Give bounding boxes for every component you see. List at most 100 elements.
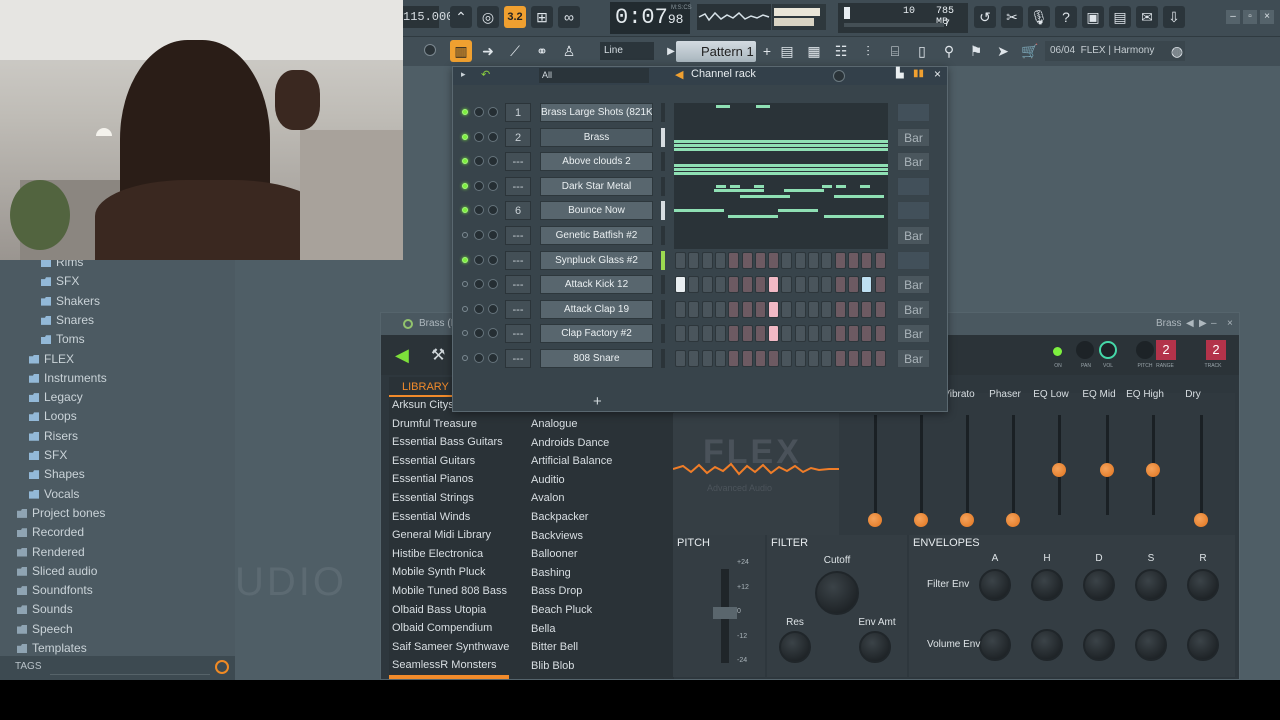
channel-rack-header[interactable]: ▸ ↶ All ◀ Channel rack ▙ ▮▮ × [453,67,947,85]
channel-volume-knob[interactable] [488,254,498,265]
help-icon[interactable]: ? [1055,6,1077,28]
fader-track[interactable] [966,415,969,515]
pan-knob[interactable] [1076,341,1094,359]
channel-mute-led[interactable] [462,109,468,115]
channel-volume-knob[interactable] [488,131,498,142]
channel-name-button[interactable]: 808 Snare [540,349,653,368]
channel-name-button[interactable]: Dark Star Metal [540,176,653,196]
channel-pan-knob[interactable] [474,328,484,339]
library-tab[interactable]: LIBRARY [389,377,459,397]
channel-name-button[interactable]: Synpluck Glass #2 [540,250,653,270]
envelope-knob[interactable] [1031,629,1063,661]
channel-pan-knob[interactable] [474,279,484,290]
library-preset-item[interactable]: Androids Dance [531,437,609,449]
tempo-tap-icon[interactable]: ⚑ [965,40,987,62]
step-button[interactable] [701,276,713,294]
channel-select-bar[interactable] [661,201,665,221]
add-pattern-icon[interactable]: + [756,40,778,62]
channel-volume-knob[interactable] [488,279,498,290]
cutoff-knob[interactable] [815,571,859,615]
step-button[interactable] [794,251,806,269]
channel-name-button[interactable]: Genetic Batfish #2 [540,226,653,245]
step-button[interactable] [768,325,780,343]
step-button[interactable] [688,350,700,367]
envelope-knob[interactable] [1083,629,1115,661]
browser-item[interactable]: Rendered [17,543,85,562]
step-button[interactable] [874,350,886,367]
step-button[interactable] [741,300,753,318]
channel-name-button[interactable]: Brass [540,127,653,147]
library-bank-item[interactable]: Olbaid Bass Utopia [392,604,486,616]
cut-icon[interactable]: ✂ [1001,6,1023,28]
step-button[interactable] [794,350,806,367]
library-bank-item[interactable]: Essential Strings [392,492,474,504]
step-button[interactable] [781,300,793,318]
typing-keyboard-icon[interactable]: ⊞ [531,6,553,28]
step-button[interactable] [728,350,740,367]
channel-mixer-track[interactable]: --- [505,275,531,295]
channel-mixer-track[interactable]: --- [505,299,531,319]
channel-volume-knob[interactable] [488,107,498,117]
step-button[interactable] [675,350,686,367]
browser-item[interactable]: Shapes [29,465,85,484]
step-button[interactable] [754,300,766,318]
library-bank-item[interactable]: Essential Bass Guitars [392,436,503,448]
browser-item[interactable]: Legacy [29,388,83,407]
browser-item[interactable]: Sounds [17,600,73,619]
browser-tree-icon[interactable]: ⌸ [884,40,906,62]
cart-icon[interactable]: 🛒 [1019,40,1041,62]
step-button[interactable] [808,251,819,269]
channel-pan-knob[interactable] [474,156,484,167]
envelope-knob[interactable] [1083,569,1115,601]
channel-graph-button[interactable]: Bar [897,152,930,172]
channel-graph-button[interactable] [897,103,930,122]
step-button[interactable] [675,325,686,343]
channel-graph-button[interactable] [897,176,930,196]
envelope-knob[interactable] [979,569,1011,601]
channel-pan-knob[interactable] [474,131,484,142]
piano-roll-icon[interactable]: ▥ [450,40,472,62]
channel-mute-led[interactable] [462,256,468,263]
microphone-icon[interactable]: 🎙 [1028,6,1050,28]
step-button[interactable] [688,276,700,294]
step-button[interactable] [728,300,740,318]
step-button[interactable] [728,276,740,294]
add-channel-button[interactable]: + [593,393,602,410]
tags-search-input[interactable] [50,661,210,675]
library-bank-item[interactable]: Drumful Treasure [392,418,477,430]
mixer-icon[interactable]: ⫶ [857,40,879,62]
envelope-knob[interactable] [1135,629,1167,661]
res-knob[interactable] [779,631,811,663]
channel-pan-knob[interactable] [474,303,484,314]
close-rack-icon[interactable]: × [934,67,941,81]
step-button[interactable] [794,325,806,343]
step-button[interactable] [675,300,686,318]
channel-mute-led[interactable] [462,355,468,361]
step-button[interactable] [714,350,726,367]
channel-volume-knob[interactable] [488,328,498,339]
channel-name-button[interactable]: Above clouds 2 [540,152,653,172]
channel-name-button[interactable]: Attack Clap 19 [540,299,653,319]
step-button[interactable] [781,350,793,367]
download-icon[interactable]: ⇩ [1163,6,1185,28]
library-bank-item[interactable]: Histibe Electronica [392,548,483,560]
step-button[interactable] [847,276,859,294]
library-bank-item[interactable]: SeamlessR Monsters [392,659,497,671]
rack-swing-knob[interactable] [833,70,845,82]
step-button[interactable] [874,300,886,318]
step-button[interactable] [847,325,859,343]
step-button[interactable] [781,325,793,343]
step-button[interactable] [874,325,886,343]
channel-select-bar[interactable] [661,324,665,344]
channel-graph-button[interactable]: Bar [897,226,930,245]
piano-roll-view-icon[interactable]: ▦ [803,40,825,62]
minimize-icon[interactable]: – [1226,10,1240,24]
channel-mute-led[interactable] [462,158,468,165]
channel-volume-knob[interactable] [488,353,498,363]
fader-track[interactable] [1200,415,1203,515]
library-preset-item[interactable]: Blib Blob [531,660,574,672]
library-preset-item[interactable]: Bella [531,623,555,635]
close-icon[interactable]: × [1260,10,1274,24]
fader-handle[interactable] [960,513,974,527]
step-button[interactable] [847,350,859,367]
